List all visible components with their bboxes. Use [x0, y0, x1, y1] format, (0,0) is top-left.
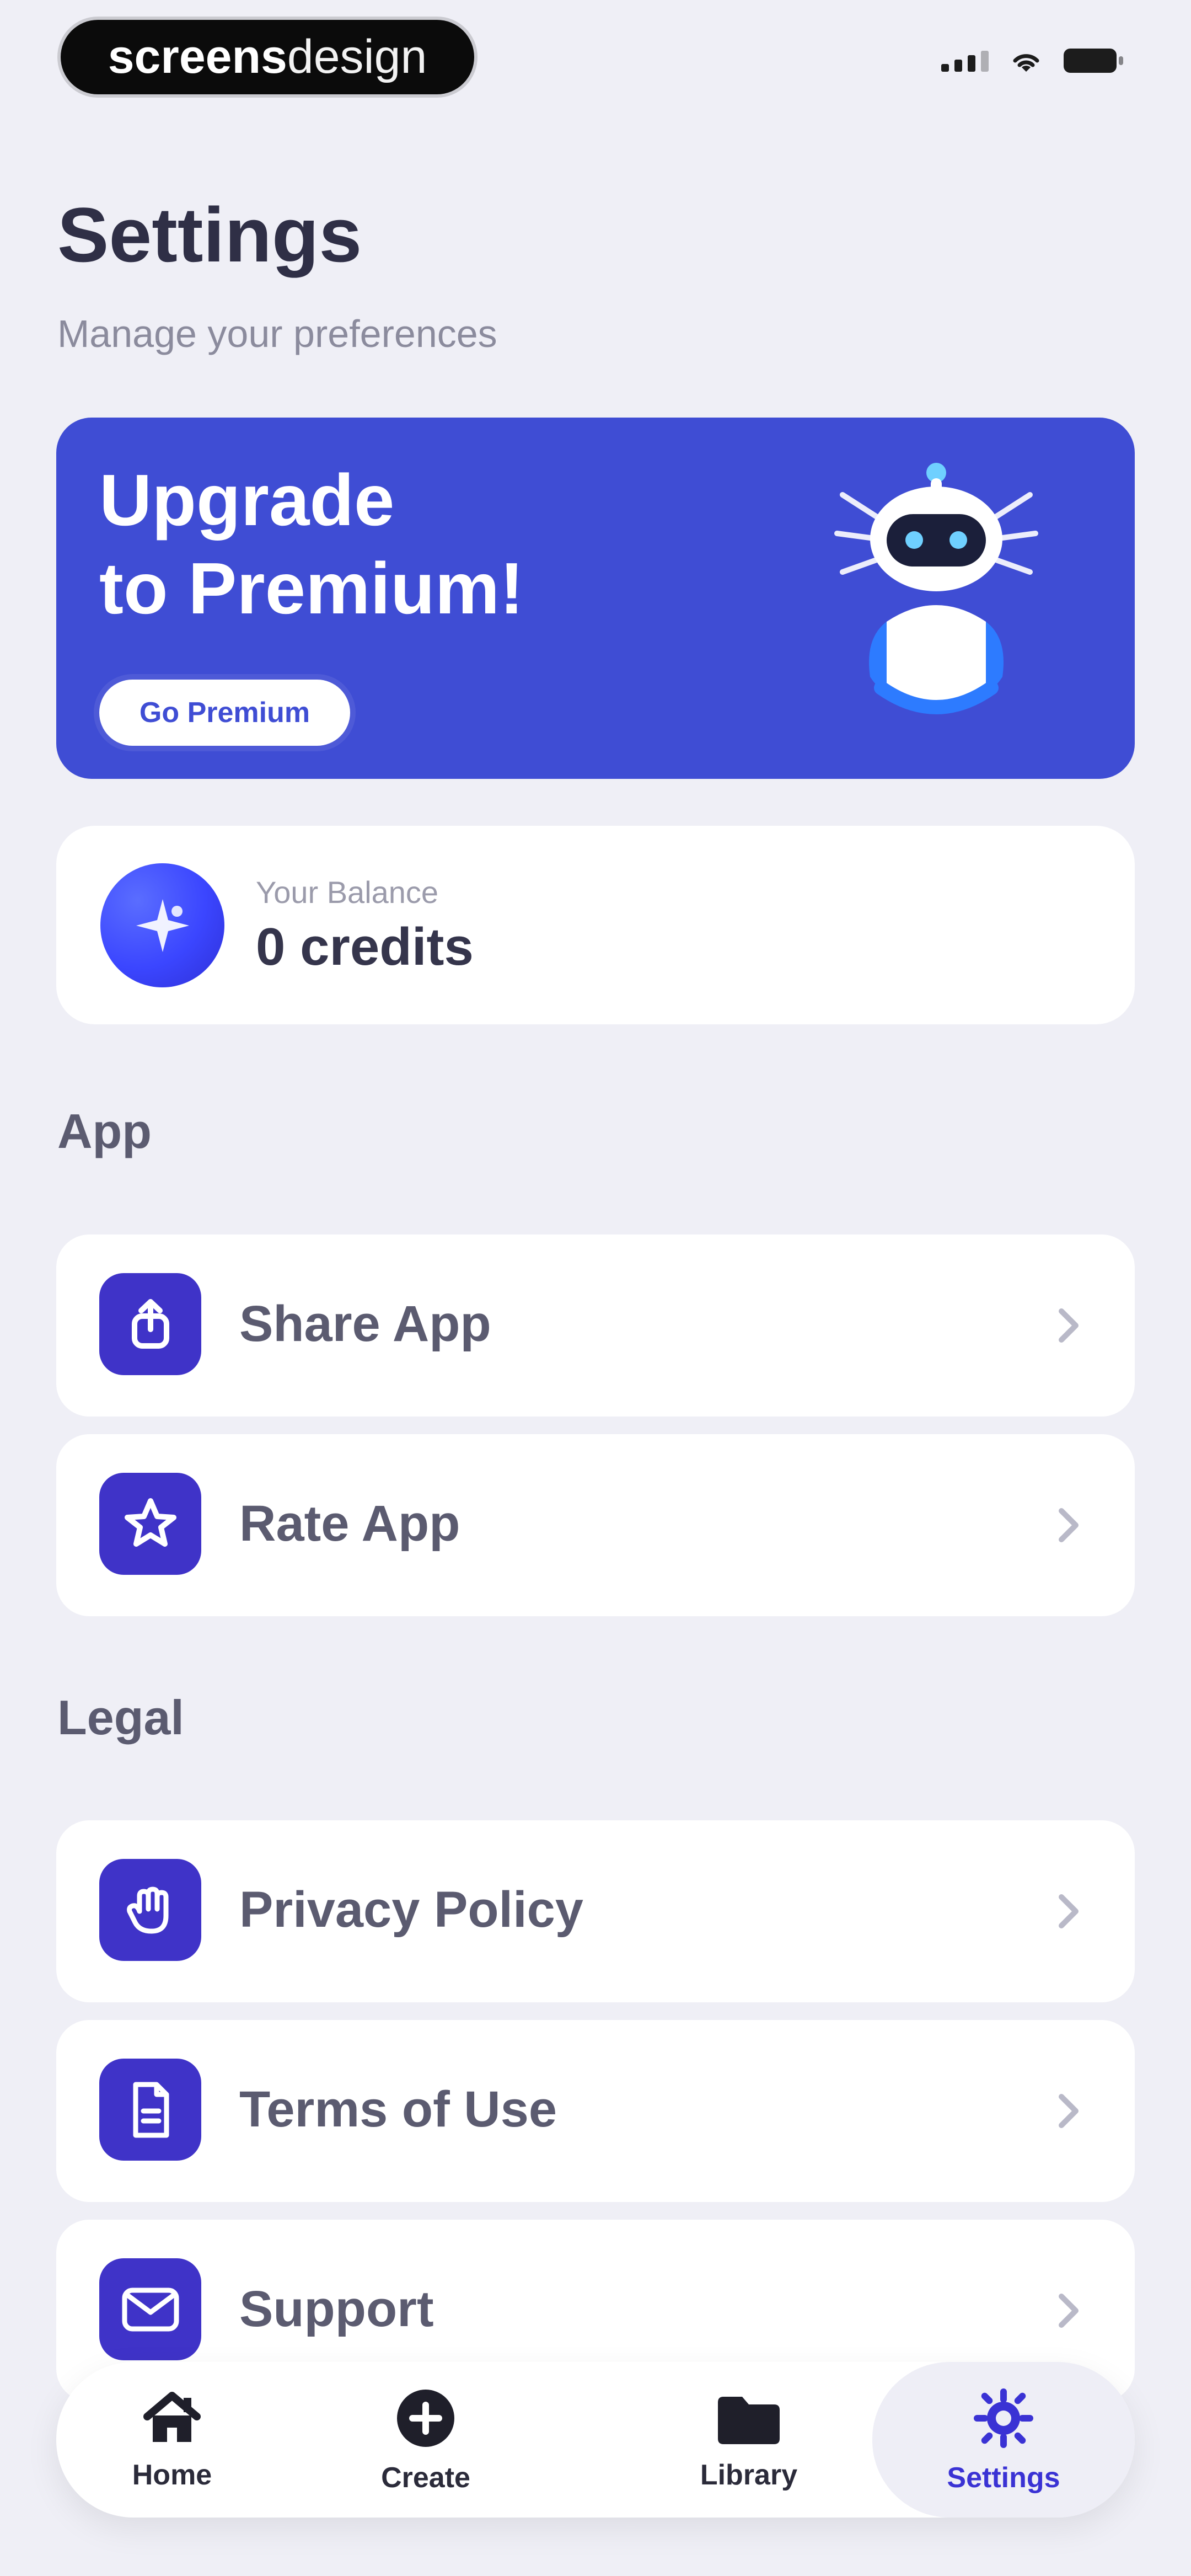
sparkle-icon	[100, 863, 224, 987]
balance-label: Your Balance	[256, 875, 439, 910]
terms-of-use-row[interactable]: Terms of Use	[56, 2020, 1135, 2202]
premium-title-line-2: to Premium!	[99, 548, 524, 629]
go-premium-button[interactable]: Go Premium	[99, 680, 350, 746]
section-title-app: App	[57, 1104, 152, 1158]
balance-card[interactable]: Your Balance 0 credits	[56, 826, 1135, 1024]
premium-banner[interactable]: Upgrade to Premium! Go Premium	[56, 418, 1135, 779]
document-icon	[99, 2059, 201, 2161]
page-subtitle: Manage your preferences	[57, 312, 497, 355]
terms-of-use-label: Terms of Use	[239, 2081, 557, 2137]
tab-library-label: Library	[700, 2459, 798, 2491]
gear-icon	[974, 2388, 1033, 2448]
tab-home-label: Home	[132, 2459, 212, 2491]
share-app-label: Share App	[239, 1296, 491, 1352]
status-icons	[941, 47, 1123, 74]
signal-icon	[941, 50, 989, 72]
premium-title: Upgrade to Premium!	[99, 456, 761, 633]
rate-app-label: Rate App	[239, 1495, 460, 1552]
status-bar: screens design	[0, 0, 1191, 110]
wifi-icon	[1013, 54, 1039, 72]
tab-home[interactable]: Home	[56, 2362, 288, 2518]
brand-right-text: design	[287, 30, 427, 83]
battery-icon	[1064, 49, 1123, 73]
home-icon	[143, 2392, 201, 2442]
robot-mascot-icon	[834, 463, 1038, 714]
star-icon	[99, 1473, 201, 1575]
mail-icon	[99, 2258, 201, 2360]
rate-app-row[interactable]: Rate App	[56, 1434, 1135, 1616]
share-icon	[99, 1273, 201, 1375]
share-app-row[interactable]: Share App	[56, 1234, 1135, 1417]
tab-create-label: Create	[381, 2462, 470, 2494]
chevron-right-icon	[1043, 1881, 1093, 1942]
page-title: Settings	[57, 191, 362, 278]
chevron-right-icon	[1043, 1295, 1093, 1356]
balance-value: 0 credits	[256, 917, 474, 976]
tab-settings-label: Settings	[947, 2462, 1060, 2494]
support-label: Support	[239, 2281, 434, 2337]
section-title-legal: Legal	[57, 1690, 184, 1745]
folder-icon	[718, 2397, 780, 2444]
hand-icon	[99, 1859, 201, 1961]
tab-settings[interactable]: Settings	[872, 2362, 1135, 2518]
chevron-right-icon	[1043, 2081, 1093, 2141]
plus-circle-icon	[397, 2390, 454, 2447]
tab-create[interactable]: Create	[310, 2362, 541, 2518]
chevron-right-icon	[1043, 1495, 1093, 1556]
premium-title-line-1: Upgrade	[99, 459, 395, 541]
chevron-right-icon	[1043, 2280, 1093, 2341]
tab-library[interactable]: Library	[633, 2362, 865, 2518]
brand-left-text: screens	[108, 30, 287, 83]
privacy-policy-label: Privacy Policy	[239, 1882, 583, 1938]
privacy-policy-row[interactable]: Privacy Policy	[56, 1820, 1135, 2002]
brand-pill: screens design	[61, 20, 474, 94]
tab-bar: Home Create Library Settings	[56, 2362, 1135, 2518]
